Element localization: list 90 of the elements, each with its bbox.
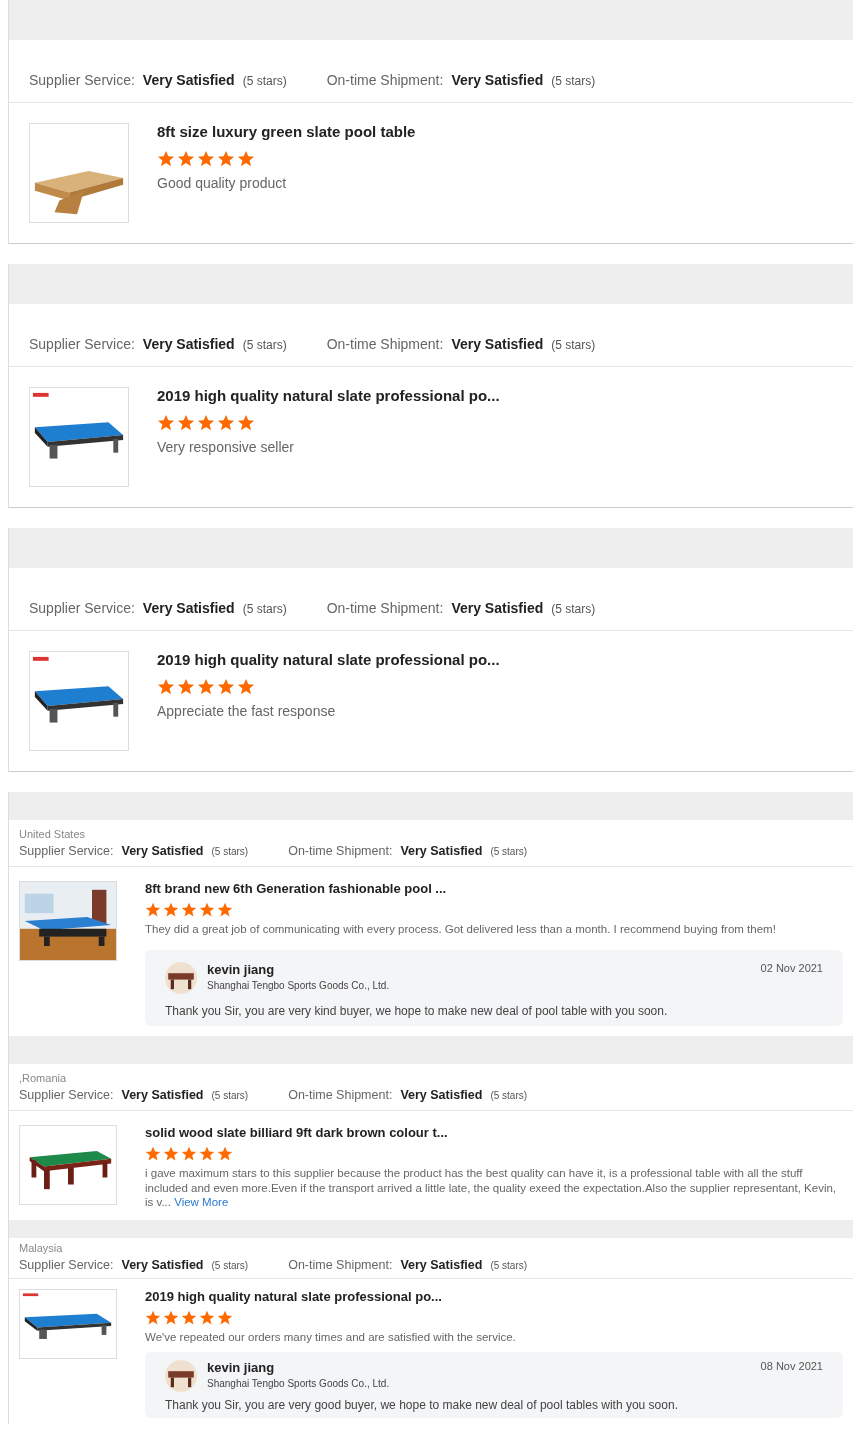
rating-stars-text: (5 stars): [490, 1090, 528, 1102]
rating-label: On-time Shipment:: [326, 336, 444, 352]
rating-label: Supplier Service:: [19, 1088, 114, 1103]
star-icon: [197, 678, 215, 696]
reply-date: 02 Nov 2021: [760, 962, 823, 975]
replier-name: kevin jiang: [207, 1359, 276, 1375]
rating-value: Very Satisfied: [121, 844, 204, 858]
star-icon: [199, 902, 215, 918]
rating-value: Very Satisfied: [400, 1257, 483, 1272]
rating-value: Very Satisfied: [451, 336, 544, 352]
rating-stars-text: (5 stars): [551, 74, 596, 88]
product-title: 8ft brand new 6th Generation fashionable pool ...: [145, 881, 448, 896]
rating-value: Very Satisfied: [451, 600, 544, 616]
star-icon: [181, 902, 197, 918]
star-icon: [237, 414, 255, 432]
rating-label: On-time Shipment:: [326, 600, 444, 616]
view-more-link[interactable]: View More: [174, 1196, 229, 1209]
star-icon: [177, 150, 195, 168]
rating-label: Supplier Service:: [29, 600, 135, 616]
rating-value: Very Satisfied: [400, 844, 483, 858]
star-icon: [145, 1309, 161, 1326]
rating-stars-text: (5 stars): [242, 602, 287, 616]
star-icon: [237, 678, 255, 696]
star-icon: [217, 150, 235, 168]
star-icon: [181, 1309, 197, 1326]
star-icon: [181, 1146, 197, 1163]
star-icon: [145, 1146, 161, 1163]
product-title: 8ft size luxury green slate pool table: [157, 123, 417, 140]
product-title: 2019 high quality natural slate professional po...: [145, 1288, 443, 1304]
reply-text: Thank you Sir, you are very kind buyer, we hope to make new deal of pool table with you soon.: [165, 1004, 669, 1019]
star-icon: [157, 678, 175, 696]
rating-stars-text: (5 stars): [551, 338, 596, 352]
rating-label: On-time Shipment:: [326, 72, 444, 88]
rating-label: Supplier Service:: [29, 336, 135, 352]
company-name: Shanghai Tengbo Sports Goods Co., Ltd.: [207, 980, 391, 992]
company-name: Shanghai Tengbo Sports Goods Co., Ltd.: [207, 1377, 391, 1389]
rating-value: Very Satisfied: [142, 72, 235, 88]
star-icon: [157, 150, 175, 168]
review-comment: Appreciate the fast response: [157, 704, 337, 720]
rating-stars-text: (5 stars): [242, 338, 287, 352]
star-icon: [217, 414, 235, 432]
star-icon: [163, 1146, 179, 1163]
rating-stars-text: (5 stars): [211, 1259, 249, 1271]
star-icon: [177, 414, 195, 432]
review-comment: Good quality product: [157, 176, 288, 192]
product-title: 2019 high quality natural slate professional po...: [157, 651, 501, 668]
rating-stars-text: (5 stars): [490, 846, 528, 857]
buyer-location: Malaysia: [19, 1241, 64, 1254]
replier-name: kevin jiang: [207, 962, 276, 978]
star-icon: [199, 1309, 215, 1326]
rating-stars-text: (5 stars): [211, 1090, 249, 1102]
rating-value: Very Satisfied: [142, 336, 235, 352]
star-icon: [217, 678, 235, 696]
star-icon: [217, 1146, 233, 1163]
rating-label: On-time Shipment:: [288, 1088, 393, 1103]
buyer-location: ,Romania: [19, 1072, 68, 1085]
rating-value: Very Satisfied: [121, 1088, 204, 1103]
rating-stars-text: (5 stars): [242, 74, 287, 88]
star-icon: [237, 150, 255, 168]
review-comment: We've repeated our orders many times and are satisfied with the service.: [145, 1329, 517, 1344]
reply-text: Thank you Sir, you are very good buyer, we hope to make new deal of pool tables with you soon.: [165, 1397, 679, 1412]
reply-date: 08 Nov 2021: [760, 1359, 823, 1372]
rating-stars-text: (5 stars): [551, 602, 596, 616]
review-comment: i gave maximum stars to this supplier because the product has the best quality can have it, is a professional table with all the stuff included and even more.Even if the transport arrived a little late, the quality exeed the expectation.Also the supplier representant, Kevin, is v... View More: [145, 1166, 838, 1210]
review-comment: They did a great job of communicating with every process. Got delivered less than a month. I recommend buying from them!: [145, 922, 777, 937]
star-icon: [217, 1309, 233, 1326]
star-icon: [197, 150, 215, 168]
rating-label: Supplier Service:: [19, 1257, 114, 1272]
rating-label: Supplier Service:: [19, 844, 114, 858]
rating-stars-text: (5 stars): [490, 1259, 528, 1271]
rating-value: Very Satisfied: [451, 72, 544, 88]
review-comment: Very responsive seller: [157, 440, 295, 456]
star-icon: [217, 902, 233, 918]
star-icon: [163, 1309, 179, 1326]
rating-value: Very Satisfied: [400, 1088, 483, 1103]
rating-value: Very Satisfied: [121, 1257, 204, 1272]
buyer-location: United States: [19, 828, 87, 840]
product-title: solid wood slate billiard 9ft dark brown colour t...: [145, 1125, 449, 1141]
star-icon: [199, 1146, 215, 1163]
star-icon: [197, 414, 215, 432]
rating-label: On-time Shipment:: [288, 844, 393, 858]
rating-label: On-time Shipment:: [288, 1257, 393, 1272]
star-icon: [157, 414, 175, 432]
rating-value: Very Satisfied: [142, 600, 235, 616]
rating-stars-text: (5 stars): [211, 846, 249, 857]
rating-label: Supplier Service:: [29, 72, 135, 88]
star-icon: [163, 902, 179, 918]
product-title: 2019 high quality natural slate professional po...: [157, 387, 501, 404]
star-icon: [177, 678, 195, 696]
star-icon: [145, 902, 161, 918]
